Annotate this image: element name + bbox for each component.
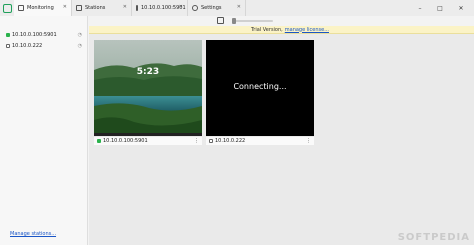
screen-icon	[136, 5, 138, 11]
tile-label: 10.10.0.222	[215, 138, 246, 144]
tile-label: 10.10.0.100:5901	[103, 138, 148, 144]
monitor-icon	[18, 5, 24, 11]
connecting-status: Connecting...	[233, 82, 287, 91]
tab-stations[interactable]: Stations ✕	[72, 0, 132, 16]
online-status-icon	[6, 32, 10, 37]
more-options-icon[interactable]: ⋮	[194, 138, 199, 144]
offline-status-icon	[209, 139, 213, 143]
close-icon[interactable]: ✕	[237, 4, 241, 10]
station-tile[interactable]: Connecting... 10.10.0.222 ⋮	[206, 40, 314, 145]
app-window: Monitoring ✕ Stations ✕ 10.10.0.100:5901…	[0, 0, 474, 245]
tab-monitoring[interactable]: Monitoring ✕	[14, 0, 72, 16]
slider-handle[interactable]	[232, 18, 236, 24]
view-toolbar	[89, 16, 474, 26]
desktop-wallpaper-image	[94, 40, 202, 136]
gear-icon	[192, 5, 198, 11]
online-status-icon	[97, 139, 101, 143]
watermark-text: SOFTPEDIA	[397, 232, 470, 243]
tab-label: Settings	[201, 5, 222, 11]
layout-icon[interactable]	[217, 17, 224, 24]
zoom-slider[interactable]	[232, 18, 273, 24]
station-tile[interactable]: 5:23 10.10.0.100:5901 ⋮	[94, 40, 202, 145]
minimize-button[interactable]: –	[412, 0, 428, 16]
station-label: 10.10.0.222	[12, 42, 43, 49]
stations-sidebar: 10.10.0.100:5901 ◔ 10.10.0.222 ◔ Manage …	[0, 16, 88, 245]
tab-remote-session[interactable]: 10.10.0.100:5901 ✕	[132, 0, 188, 16]
manage-stations-link[interactable]: Manage stations...	[10, 231, 56, 237]
signal-icon: ◔	[77, 32, 82, 38]
signal-icon: ◔	[77, 43, 82, 49]
remote-screen-thumbnail[interactable]: Connecting...	[206, 40, 314, 136]
tab-label: Stations	[85, 5, 106, 11]
app-logo-icon	[0, 0, 14, 16]
trial-text: Trial Version,	[250, 26, 283, 33]
maximize-button[interactable]: □	[432, 0, 448, 16]
tile-caption: 10.10.0.100:5901 ⋮	[94, 137, 202, 145]
monitoring-grid: 5:23 10.10.0.100:5901 ⋮ Connecting... 10…	[89, 34, 474, 245]
tab-label: Monitoring	[27, 5, 54, 11]
station-label: 10.10.0.100:5901	[12, 31, 57, 38]
close-window-button[interactable]: ✕	[453, 0, 469, 16]
stations-icon	[76, 5, 82, 11]
tab-settings[interactable]: Settings ✕	[188, 0, 246, 16]
manage-license-link[interactable]: manage license...	[285, 27, 329, 33]
tile-caption: 10.10.0.222 ⋮	[206, 137, 314, 145]
more-options-icon[interactable]: ⋮	[306, 138, 311, 144]
sidebar-item-station-2[interactable]: 10.10.0.222 ◔	[0, 40, 87, 51]
title-bar: Monitoring ✕ Stations ✕ 10.10.0.100:5901…	[0, 0, 474, 16]
close-icon[interactable]: ✕	[63, 4, 67, 10]
lockscreen-clock: 5:23	[136, 67, 160, 77]
sidebar-item-station-1[interactable]: 10.10.0.100:5901 ◔	[0, 29, 87, 40]
close-icon[interactable]: ✕	[123, 4, 127, 10]
remote-screen-thumbnail[interactable]: 5:23	[94, 40, 202, 136]
trial-banner: Trial Version, manage license...	[89, 26, 474, 34]
close-icon[interactable]: ✕	[179, 4, 183, 10]
offline-status-icon	[6, 43, 10, 48]
